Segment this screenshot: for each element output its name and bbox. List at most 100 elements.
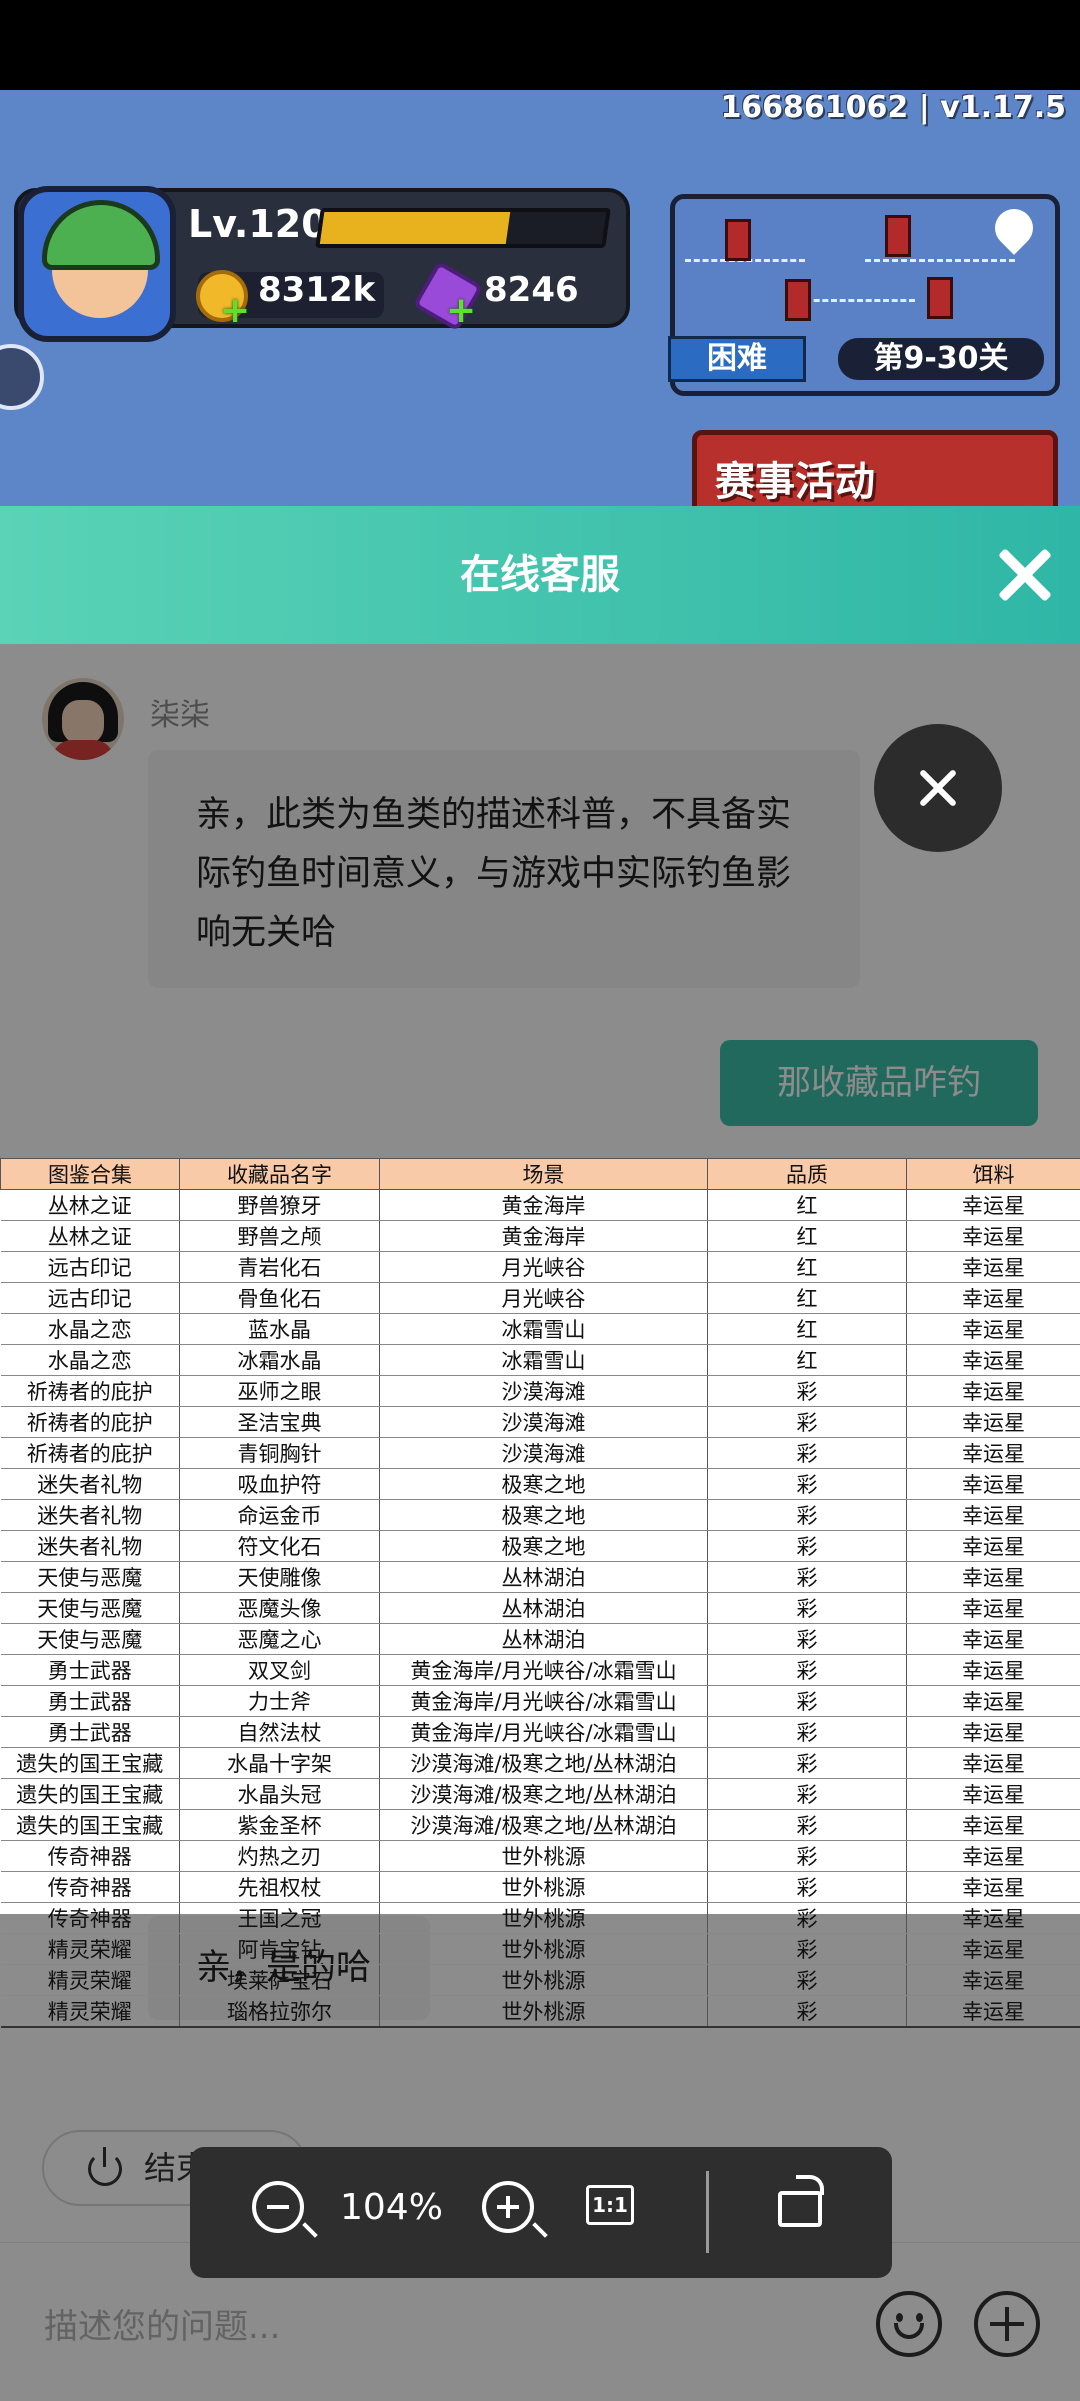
table-cell: 双叉剑 <box>179 1654 380 1686</box>
table-cell: 红 <box>707 1282 907 1314</box>
player-level: Lv.120 <box>188 202 328 246</box>
table-cell: 红 <box>707 1313 907 1345</box>
table-row: 远古印记 骨鱼化石 月光峡谷红幸运星 <box>0 1282 1080 1314</box>
table-cell: 巫师之眼 <box>179 1375 380 1407</box>
table-cell: 圣洁宝典 <box>179 1406 380 1438</box>
table-cell: 祈祷者的庇护 <box>0 1406 180 1438</box>
rotate-icon[interactable] <box>778 2175 824 2227</box>
table-cell: 恶魔头像 <box>179 1592 380 1624</box>
table-cell: 遗失的国王宝藏 <box>0 1747 180 1779</box>
table-cell: 精灵荣耀 <box>0 1964 180 1996</box>
table-cell: 彩 <box>707 1840 907 1872</box>
table-cell: 幸运星 <box>906 1282 1080 1314</box>
table-cell: 黄金海岸 <box>379 1220 708 1252</box>
table-cell: 幸运星 <box>906 1716 1080 1748</box>
table-cell: 水晶之恋 <box>0 1313 180 1345</box>
column-header: 收藏品名字 <box>179 1158 380 1190</box>
table-cell: 彩 <box>707 1499 907 1531</box>
table-cell: 彩 <box>707 1406 907 1438</box>
table-cell: 自然法杖 <box>179 1716 380 1748</box>
zoom-in-icon[interactable] <box>482 2181 534 2233</box>
table-cell: 彩 <box>707 1995 907 2028</box>
table-row: 水晶之恋 蓝水晶 冰霜雪山红幸运星 <box>0 1313 1080 1345</box>
table-cell: 世外桃源 <box>379 1995 708 2028</box>
table-cell: 幸运星 <box>906 1902 1080 1934</box>
table-cell: 天使雕像 <box>179 1561 380 1593</box>
table-cell: 黄金海岸/月光峡谷/冰霜雪山 <box>379 1716 708 1748</box>
add-coins-icon[interactable]: + <box>220 293 250 329</box>
table-cell: 幸运星 <box>906 1220 1080 1252</box>
table-cell: 幸运星 <box>906 1189 1080 1221</box>
table-cell: 传奇神器 <box>0 1840 180 1872</box>
table-cell: 冰霜水晶 <box>179 1344 380 1376</box>
table-cell: 红 <box>707 1189 907 1221</box>
table-row: 精灵荣耀 阿肯宝钻 世外桃源彩幸运星 <box>0 1933 1080 1965</box>
table-cell: 幸运星 <box>906 1561 1080 1593</box>
game-background: 166861062 | v1.17.5 Lv.120 + 8312k + 824… <box>0 90 1080 506</box>
table-cell: 红 <box>707 1251 907 1283</box>
table-row: 传奇神器 灼热之刃 世外桃源彩幸运星 <box>0 1840 1080 1872</box>
table-cell: 彩 <box>707 1561 907 1593</box>
table-cell: 幸运星 <box>906 1964 1080 1996</box>
table-cell: 世外桃源 <box>379 1933 708 1965</box>
table-cell: 幸运星 <box>906 1840 1080 1872</box>
table-cell: 天使与恶魔 <box>0 1592 180 1624</box>
location-pin-icon <box>987 201 1041 255</box>
table-cell: 勇士武器 <box>0 1654 180 1686</box>
table-cell: 沙漠海滩 <box>379 1437 708 1469</box>
table-cell: 彩 <box>707 1530 907 1562</box>
table-cell: 彩 <box>707 1778 907 1810</box>
zoom-out-icon[interactable] <box>252 2181 304 2233</box>
panel-title: 在线客服 <box>460 552 620 598</box>
table-cell: 幸运星 <box>906 1468 1080 1500</box>
table-cell: 彩 <box>707 1871 907 1903</box>
table-cell: 幸运星 <box>906 1933 1080 1965</box>
table-cell: 冰霜雪山 <box>379 1344 708 1376</box>
stage-label: 第9-30关 <box>838 338 1044 380</box>
table-cell: 世外桃源 <box>379 1964 708 1996</box>
toolbar-divider <box>706 2171 709 2253</box>
table-cell: 幸运星 <box>906 1592 1080 1624</box>
table-cell: 沙漠海滩 <box>379 1406 708 1438</box>
table-cell: 世外桃源 <box>379 1840 708 1872</box>
table-cell: 幸运星 <box>906 1313 1080 1345</box>
add-gems-icon[interactable]: + <box>446 293 476 329</box>
table-cell: 幸运星 <box>906 1344 1080 1376</box>
table-cell: 遗失的国王宝藏 <box>0 1778 180 1810</box>
player-avatar[interactable] <box>18 186 176 342</box>
column-header: 图鉴合集 <box>0 1158 180 1190</box>
table-row: 祈祷者的庇护 巫师之眼 沙漠海滩彩幸运星 <box>0 1375 1080 1407</box>
table-cell: 瑙格拉弥尔 <box>179 1995 380 2028</box>
table-row: 祈祷者的庇护 圣洁宝典 沙漠海滩彩幸运星 <box>0 1406 1080 1438</box>
table-cell: 红 <box>707 1344 907 1376</box>
table-row: 祈祷者的庇护 青铜胸针 沙漠海滩彩幸运星 <box>0 1437 1080 1469</box>
table-cell: 幸运星 <box>906 1778 1080 1810</box>
table-cell: 吸血护符 <box>179 1468 380 1500</box>
table-row: 迷失者礼物 符文化石 极寒之地彩幸运星 <box>0 1530 1080 1562</box>
table-cell: 水晶之恋 <box>0 1344 180 1376</box>
table-row: 迷失者礼物 吸血护符 极寒之地彩幸运星 <box>0 1468 1080 1500</box>
table-cell: 水晶十字架 <box>179 1747 380 1779</box>
table-cell: 丛林湖泊 <box>379 1592 708 1624</box>
table-cell: 幸运星 <box>906 1375 1080 1407</box>
collection-table-image[interactable]: 图鉴合集 收藏品名字 场景 品质 饵料 丛林之证 野兽獠牙 黄金海岸红幸运星 丛林之证… <box>0 1158 1080 2028</box>
table-cell: 冰霜雪山 <box>379 1313 708 1345</box>
table-cell: 彩 <box>707 1654 907 1686</box>
event-button[interactable]: 赛事活动 <box>692 430 1058 506</box>
table-cell: 彩 <box>707 1685 907 1717</box>
side-menu-button[interactable] <box>0 344 44 410</box>
table-cell: 命运金币 <box>179 1499 380 1531</box>
table-row: 勇士武器 自然法杖 黄金海岸/月光峡谷/冰霜雪山彩幸运星 <box>0 1716 1080 1748</box>
table-cell: 迷失者礼物 <box>0 1468 180 1500</box>
table-cell: 远古印记 <box>0 1282 180 1314</box>
table-cell: 蓝水晶 <box>179 1313 380 1345</box>
actual-size-icon[interactable]: 1:1 <box>586 2185 634 2225</box>
table-row: 精灵荣耀 埃莱萨宝石 世外桃源彩幸运星 <box>0 1964 1080 1996</box>
table-cell: 彩 <box>707 1592 907 1624</box>
viewer-close-icon[interactable] <box>874 724 1002 852</box>
close-icon[interactable] <box>994 544 1056 606</box>
table-cell: 世外桃源 <box>379 1902 708 1934</box>
table-cell: 祈祷者的庇护 <box>0 1375 180 1407</box>
xp-bar <box>315 208 611 248</box>
table-cell: 勇士武器 <box>0 1716 180 1748</box>
